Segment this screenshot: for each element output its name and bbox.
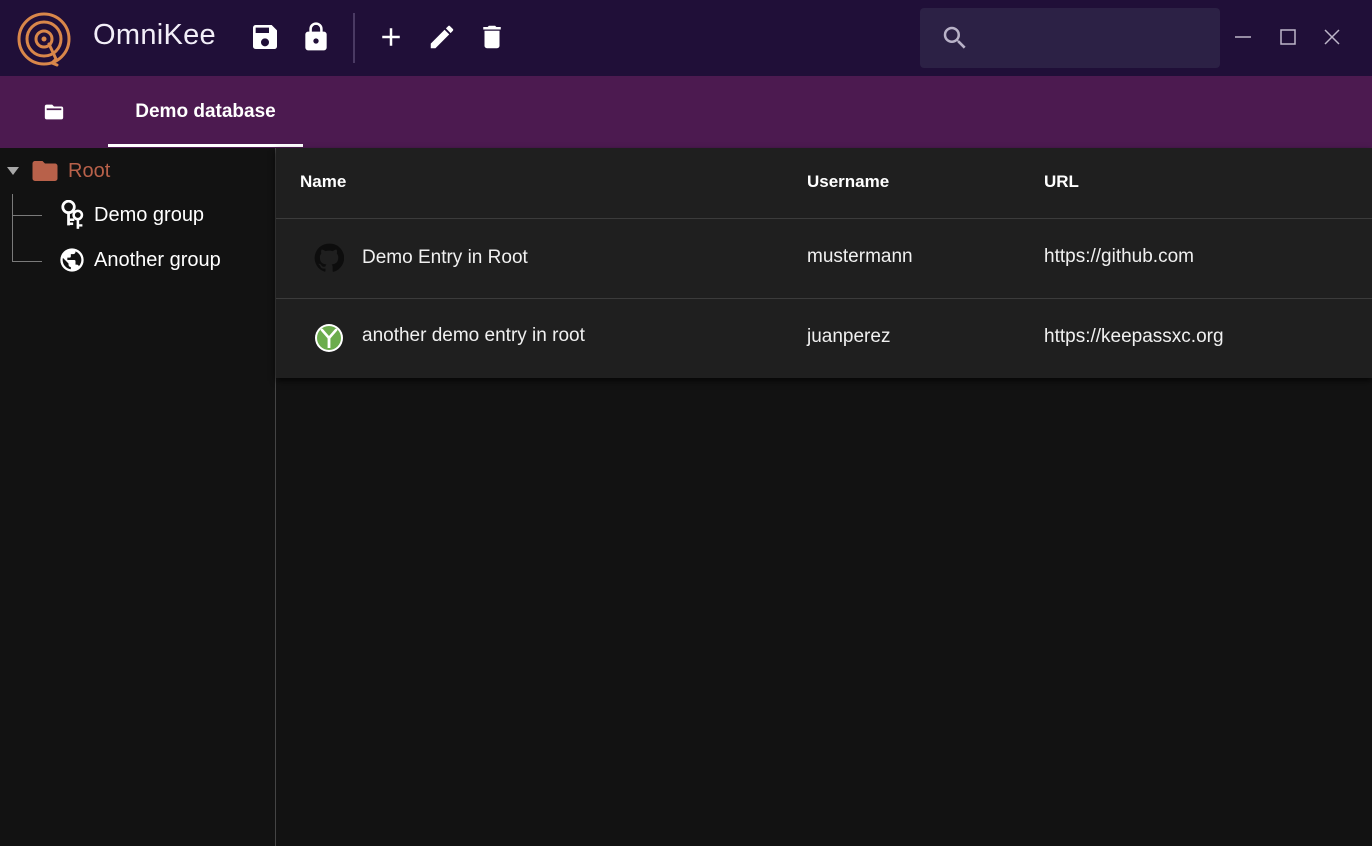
tree-item-label: Demo group (94, 203, 205, 226)
save-button[interactable] (248, 20, 282, 54)
globe-icon (60, 248, 84, 272)
minimize-icon (1235, 36, 1251, 38)
column-header-name[interactable]: Name (300, 172, 346, 192)
tree-connector (12, 194, 13, 262)
search-box[interactable] (920, 8, 1220, 68)
minimize-button[interactable] (1228, 22, 1258, 52)
keepassxc-icon (315, 324, 343, 352)
tab-open-database[interactable] (0, 76, 108, 148)
cell-url: https://keepassxc.org (1044, 326, 1224, 347)
close-icon (1324, 29, 1340, 45)
entries-table: Name Username URL Demo Entry in Root mus… (276, 148, 1372, 378)
folder-icon (32, 161, 58, 181)
tab-bar: Demo database (0, 76, 1372, 148)
tab-label: Demo database (135, 101, 276, 122)
cell-name: Demo Entry in Root (362, 247, 528, 268)
tree-connector (12, 261, 42, 262)
toolbar-divider (353, 13, 355, 63)
add-icon (382, 28, 400, 46)
tree-item-label: Root (68, 159, 111, 182)
lock-button[interactable] (299, 20, 333, 54)
table-row[interactable]: another demo entry in root juanperez htt… (276, 298, 1372, 378)
tab-demo-database[interactable]: Demo database (108, 76, 303, 148)
active-tab-indicator (108, 144, 303, 147)
save-icon (253, 25, 277, 49)
github-icon (314, 243, 344, 272)
maximize-icon (1280, 29, 1296, 45)
close-button[interactable] (1317, 22, 1347, 52)
add-entry-button[interactable] (374, 20, 408, 54)
tree-item-demo-group[interactable]: Demo group (58, 200, 204, 230)
column-header-url[interactable]: URL (1044, 172, 1079, 192)
column-header-username[interactable]: Username (807, 172, 889, 192)
group-tree: Root Demo group Another group (0, 148, 276, 846)
tree-connector (12, 215, 42, 216)
maximize-button[interactable] (1273, 22, 1303, 52)
search-icon (943, 26, 966, 49)
edit-icon (430, 25, 454, 49)
folder-open-icon (44, 104, 64, 120)
title-bar: OmniKee (0, 0, 1372, 76)
tree-item-label: Another group (94, 248, 221, 271)
delete-icon (483, 25, 501, 49)
cell-url: https://github.com (1044, 246, 1194, 267)
lock-icon (305, 22, 327, 51)
cell-username: mustermann (807, 246, 913, 267)
edit-entry-button[interactable] (425, 20, 459, 54)
keys-icon (61, 200, 84, 229)
expand-arrow-icon[interactable] (4, 162, 22, 180)
table-row[interactable]: Demo Entry in Root mustermann https://gi… (276, 218, 1372, 298)
cell-name: another demo entry in root (362, 325, 585, 346)
cell-username: juanperez (807, 326, 891, 347)
search-input[interactable] (984, 22, 1208, 56)
app-title: OmniKee (93, 19, 216, 51)
tree-item-root[interactable]: Root (4, 156, 110, 186)
omnikee-logo-icon (17, 12, 71, 67)
delete-entry-button[interactable] (475, 20, 509, 54)
tree-item-another-group[interactable]: Another group (58, 245, 221, 275)
